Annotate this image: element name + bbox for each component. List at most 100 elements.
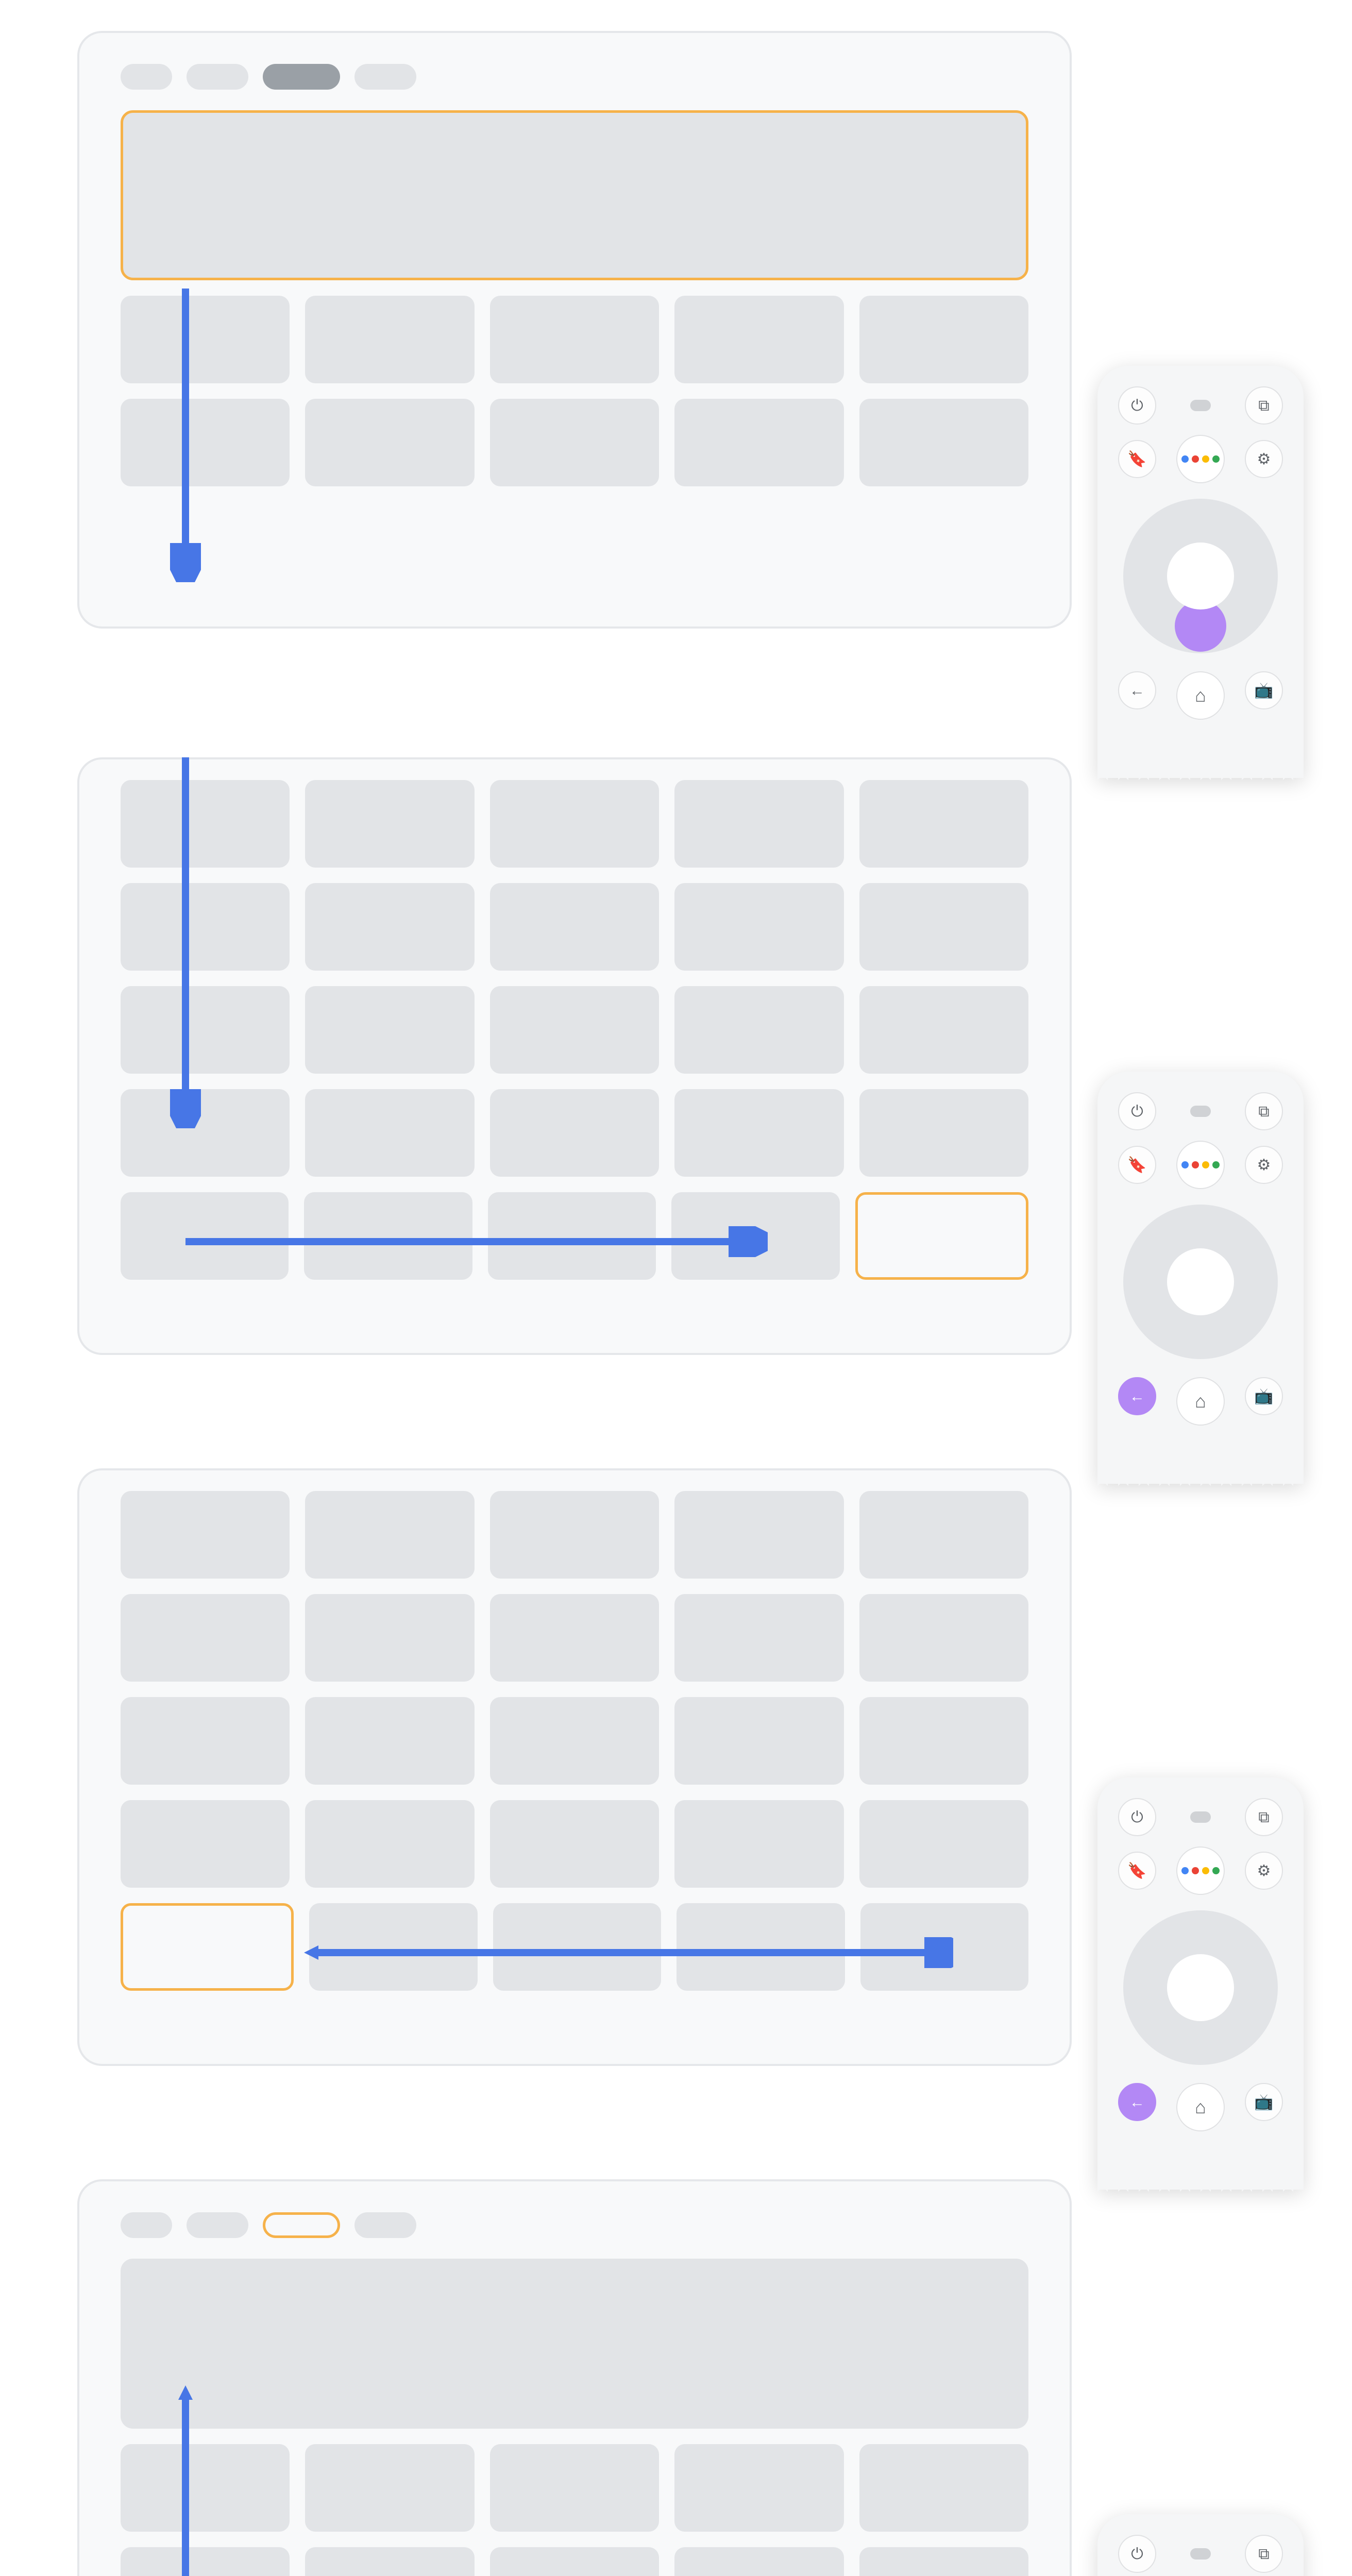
tab[interactable] [354,2212,416,2238]
assistant-button[interactable] [1176,1846,1225,1895]
back-button[interactable]: ← [1118,671,1156,709]
tile[interactable] [674,2547,843,2576]
tile[interactable] [305,780,474,868]
settings-button[interactable]: ⚙ [1245,1146,1283,1184]
bookmark-button[interactable]: 🔖 [1118,1852,1156,1890]
tile[interactable] [490,399,659,486]
tile[interactable] [674,2444,843,2532]
tile[interactable] [859,883,1028,971]
tile[interactable] [859,1800,1028,1888]
tile[interactable] [121,399,290,486]
dpad-center[interactable] [1167,1248,1234,1315]
tile[interactable] [305,1594,474,1682]
tile[interactable] [305,986,474,1074]
tile[interactable] [859,1594,1028,1682]
input-button[interactable]: ⧉ [1245,386,1283,425]
assistant-button[interactable] [1176,1141,1225,1189]
dpad[interactable] [1123,1910,1278,2065]
home-button[interactable]: ⌂ [1176,2083,1225,2131]
tile[interactable] [674,780,843,868]
tile[interactable] [674,1089,843,1177]
tile[interactable] [674,1491,843,1579]
tile[interactable] [674,1594,843,1682]
input-button[interactable]: ⧉ [1245,1092,1283,1130]
live-button[interactable]: 📺 [1245,1377,1283,1415]
back-button-highlighted[interactable]: ← [1118,2083,1156,2121]
input-button[interactable]: ⧉ [1245,2535,1283,2573]
input-button[interactable]: ⧉ [1245,1798,1283,1836]
tab[interactable] [121,64,172,90]
tile[interactable] [490,883,659,971]
dpad[interactable] [1123,499,1278,653]
tile[interactable] [859,986,1028,1074]
tile[interactable] [490,296,659,383]
bookmark-button[interactable]: 🔖 [1118,1146,1156,1184]
tile[interactable] [674,296,843,383]
tile[interactable] [490,986,659,1074]
tile[interactable] [490,2444,659,2532]
tile[interactable] [121,1491,290,1579]
tile-focused[interactable] [121,1903,294,1991]
tab-focused[interactable] [263,2212,340,2238]
tile[interactable] [674,399,843,486]
tile[interactable] [121,1594,290,1682]
tile[interactable] [305,1800,474,1888]
tile[interactable] [309,1903,477,1991]
tile[interactable] [859,1697,1028,1785]
tile[interactable] [121,1192,289,1280]
hero[interactable] [121,2259,1028,2429]
dpad[interactable] [1123,1205,1278,1359]
home-button[interactable]: ⌂ [1176,1377,1225,1426]
tile[interactable] [121,1697,290,1785]
tile[interactable] [121,780,290,868]
power-button[interactable]: ⏻ [1118,1798,1156,1836]
tile[interactable] [859,1491,1028,1579]
dpad-center[interactable] [1167,1954,1234,2021]
power-button[interactable]: ⏻ [1118,386,1156,425]
tile[interactable] [305,399,474,486]
power-button[interactable]: ⏻ [1118,2535,1156,2573]
tile[interactable] [860,1903,1028,1991]
tile[interactable] [490,780,659,868]
tile[interactable] [121,883,290,971]
tile[interactable] [305,2547,474,2576]
tile[interactable] [121,1089,290,1177]
tile[interactable] [677,1903,844,1991]
tile[interactable] [859,2547,1028,2576]
home-button[interactable]: ⌂ [1176,671,1225,720]
dpad-center[interactable] [1167,543,1234,609]
tab[interactable] [354,64,416,90]
tile[interactable] [859,399,1028,486]
assistant-button[interactable] [1176,435,1225,483]
tile[interactable] [304,1192,472,1280]
tile[interactable] [305,1491,474,1579]
tile[interactable] [674,1800,843,1888]
tile[interactable] [490,2547,659,2576]
settings-button[interactable]: ⚙ [1245,440,1283,478]
tile[interactable] [488,1192,656,1280]
tile[interactable] [305,1697,474,1785]
back-button-highlighted[interactable]: ← [1118,1377,1156,1415]
tile[interactable] [671,1192,839,1280]
tile[interactable] [490,1491,659,1579]
hero-focused[interactable] [121,110,1028,280]
bookmark-button[interactable]: 🔖 [1118,440,1156,478]
tile[interactable] [121,2547,290,2576]
tile[interactable] [305,296,474,383]
tile[interactable] [305,2444,474,2532]
tile[interactable] [490,1697,659,1785]
tile[interactable] [305,883,474,971]
tab[interactable] [187,64,248,90]
settings-button[interactable]: ⚙ [1245,1852,1283,1890]
tile[interactable] [859,1089,1028,1177]
tab[interactable] [121,2212,172,2238]
live-button[interactable]: 📺 [1245,2083,1283,2121]
tab-active[interactable] [263,64,340,90]
tile-focused[interactable] [855,1192,1028,1280]
tile[interactable] [859,296,1028,383]
tile[interactable] [121,986,290,1074]
tile[interactable] [493,1903,661,1991]
tile[interactable] [490,1089,659,1177]
live-button[interactable]: 📺 [1245,671,1283,709]
tile[interactable] [121,296,290,383]
